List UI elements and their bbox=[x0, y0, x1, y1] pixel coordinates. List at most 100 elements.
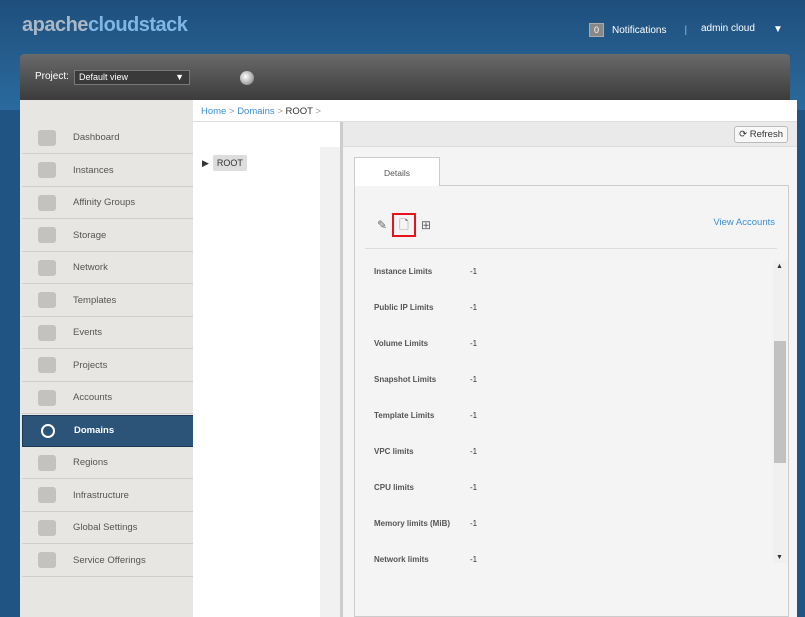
limit-row: Snapshot Limits -1 bbox=[374, 375, 477, 384]
notifications-count: 0 bbox=[589, 23, 605, 37]
breadcrumb: Home > Domains > ROOT > bbox=[193, 100, 797, 122]
storage-icon bbox=[38, 227, 56, 243]
limit-label: CPU limits bbox=[374, 483, 415, 492]
sidebar-item-label: Storage bbox=[73, 229, 107, 241]
sidebar-item-regions[interactable]: Regions bbox=[22, 447, 194, 479]
sidebar-item-projects[interactable]: Projects bbox=[22, 350, 194, 382]
sidebar-item-global-settings[interactable]: Global Settings bbox=[22, 512, 194, 544]
limit-label: Public IP Limits bbox=[374, 303, 434, 312]
sidebar-item-label: Accounts bbox=[73, 392, 113, 403]
limit-value[interactable]: -1 bbox=[470, 555, 477, 564]
limit-row: Memory limits (MiB) -1 bbox=[374, 519, 477, 528]
limit-value[interactable]: -1 bbox=[470, 519, 477, 528]
limit-label: Volume Limits bbox=[374, 339, 429, 348]
user-menu-caret-icon[interactable]: ▼ bbox=[773, 24, 783, 35]
scroll-down-icon[interactable]: ▼ bbox=[776, 554, 783, 561]
logo[interactable]: apachecloudstack bbox=[22, 14, 188, 37]
sidebar-item-label: Projects bbox=[73, 359, 108, 371]
sidebar-item-service-offerings[interactable]: Service Offerings bbox=[22, 545, 194, 577]
limit-value[interactable]: -1 bbox=[470, 267, 477, 276]
sidebar-item-templates[interactable]: Templates bbox=[22, 285, 194, 317]
project-label: Project: bbox=[35, 71, 69, 82]
limit-label: VPC limits bbox=[374, 447, 414, 456]
limit-row: CPU limits -1 bbox=[374, 483, 477, 492]
limit-row: Instance Limits -1 bbox=[374, 267, 477, 276]
dashboard-icon bbox=[38, 129, 56, 146]
limit-value[interactable]: -1 bbox=[470, 411, 477, 420]
templates-icon bbox=[38, 292, 56, 308]
regions-icon bbox=[38, 454, 56, 471]
sidebar-item-events[interactable]: Events bbox=[22, 317, 194, 349]
sidebar: Dashboard Instances Affinity Groups Storage… bbox=[20, 100, 194, 617]
network-icon bbox=[38, 259, 56, 276]
sidebar-item-instances[interactable]: Instances bbox=[22, 155, 194, 187]
chevron-down-icon: ▼ bbox=[175, 72, 184, 82]
limit-row: VPC limits -1 bbox=[374, 447, 477, 456]
notifications-button[interactable]: 0 Notifications | bbox=[589, 23, 697, 37]
limit-label: Network limits bbox=[374, 555, 429, 564]
project-select[interactable]: Default view ▼ bbox=[74, 70, 190, 85]
user-menu[interactable]: admin cloud bbox=[701, 23, 755, 34]
sidebar-item-label: Domains bbox=[74, 425, 115, 436]
infrastructure-icon bbox=[38, 487, 56, 503]
global-settings-icon bbox=[38, 519, 56, 536]
sidebar-item-accounts[interactable]: Accounts bbox=[22, 382, 194, 414]
domain-tree bbox=[193, 100, 341, 617]
sidebar-item-infrastructure[interactable]: Infrastructure bbox=[22, 480, 194, 512]
project-bar: Project: Default view ▼ bbox=[20, 54, 790, 100]
accounts-icon bbox=[38, 389, 56, 406]
limit-value[interactable]: -1 bbox=[470, 303, 477, 312]
breadcrumb-domains[interactable]: Domains bbox=[237, 106, 275, 117]
scroll-up-icon[interactable]: ▲ bbox=[776, 263, 783, 270]
sidebar-item-dashboard[interactable]: Dashboard bbox=[22, 122, 194, 154]
sidebar-item-label: Infrastructure bbox=[73, 489, 129, 501]
breadcrumb-root[interactable]: ROOT bbox=[286, 106, 313, 117]
tree-scroll-area bbox=[320, 147, 341, 617]
sidebar-item-label: Dashboard bbox=[73, 132, 120, 143]
details-panel: ✎ 🗋 ⊞ View Accounts Instance Limits -1 Pub… bbox=[354, 185, 789, 617]
add-domain-icon[interactable]: 🗋 bbox=[392, 213, 416, 237]
limit-label: Template Limits bbox=[374, 411, 435, 420]
limit-label: Instance Limits bbox=[374, 267, 433, 276]
limit-row: Volume Limits -1 bbox=[374, 339, 477, 348]
limit-value[interactable]: -1 bbox=[470, 483, 477, 492]
sidebar-item-label: Events bbox=[73, 327, 103, 338]
instances-icon bbox=[38, 162, 56, 178]
sidebar-item-label: Network bbox=[73, 262, 108, 273]
sidebar-item-affinity-groups[interactable]: Affinity Groups bbox=[22, 187, 194, 219]
domains-icon bbox=[41, 423, 55, 438]
limit-value[interactable]: -1 bbox=[470, 339, 477, 348]
sidebar-item-storage[interactable]: Storage bbox=[22, 220, 194, 252]
scrollbar-thumb[interactable] bbox=[774, 341, 786, 463]
limit-row: Network limits -1 bbox=[374, 555, 477, 564]
sidebar-item-label: Service Offerings bbox=[73, 554, 146, 566]
edit-icon[interactable]: ✎ bbox=[375, 218, 389, 232]
update-resource-count-icon[interactable]: ⊞ bbox=[419, 218, 433, 232]
affinity-groups-icon bbox=[38, 194, 56, 211]
sidebar-item-label: Global Settings bbox=[73, 522, 138, 533]
toolbar: ⟳ Refresh bbox=[343, 122, 797, 147]
expand-arrow-icon[interactable]: ▶ bbox=[202, 158, 209, 168]
sidebar-item-domains[interactable]: Domains bbox=[22, 414, 194, 447]
sidebar-item-label: Instances bbox=[73, 164, 114, 176]
sidebar-item-network[interactable]: Network bbox=[22, 252, 194, 284]
sidebar-item-label: Regions bbox=[73, 457, 108, 468]
limit-value[interactable]: -1 bbox=[470, 447, 477, 456]
view-accounts-link[interactable]: View Accounts bbox=[713, 217, 775, 228]
breadcrumb-home[interactable]: Home bbox=[201, 106, 226, 117]
scrollbar[interactable]: ▲ ▼ bbox=[773, 261, 787, 563]
limit-value[interactable]: -1 bbox=[470, 375, 477, 384]
sidebar-item-label: Affinity Groups bbox=[73, 197, 136, 208]
refresh-button[interactable]: ⟳ Refresh bbox=[734, 126, 788, 143]
service-offerings-icon bbox=[38, 552, 56, 568]
limit-label: Snapshot Limits bbox=[374, 375, 437, 384]
sidebar-item-label: Templates bbox=[73, 294, 117, 306]
limit-row: Public IP Limits -1 bbox=[374, 303, 477, 312]
events-icon bbox=[38, 324, 56, 341]
tab-details[interactable]: Details bbox=[354, 157, 440, 186]
globe-icon[interactable] bbox=[240, 71, 254, 85]
detail-view: ⟳ Refresh Details ✎ 🗋 ⊞ View Accounts In… bbox=[340, 122, 797, 617]
projects-icon bbox=[38, 357, 56, 373]
divider bbox=[365, 248, 777, 249]
tree-node-root[interactable]: ▶ ROOT bbox=[202, 155, 247, 171]
